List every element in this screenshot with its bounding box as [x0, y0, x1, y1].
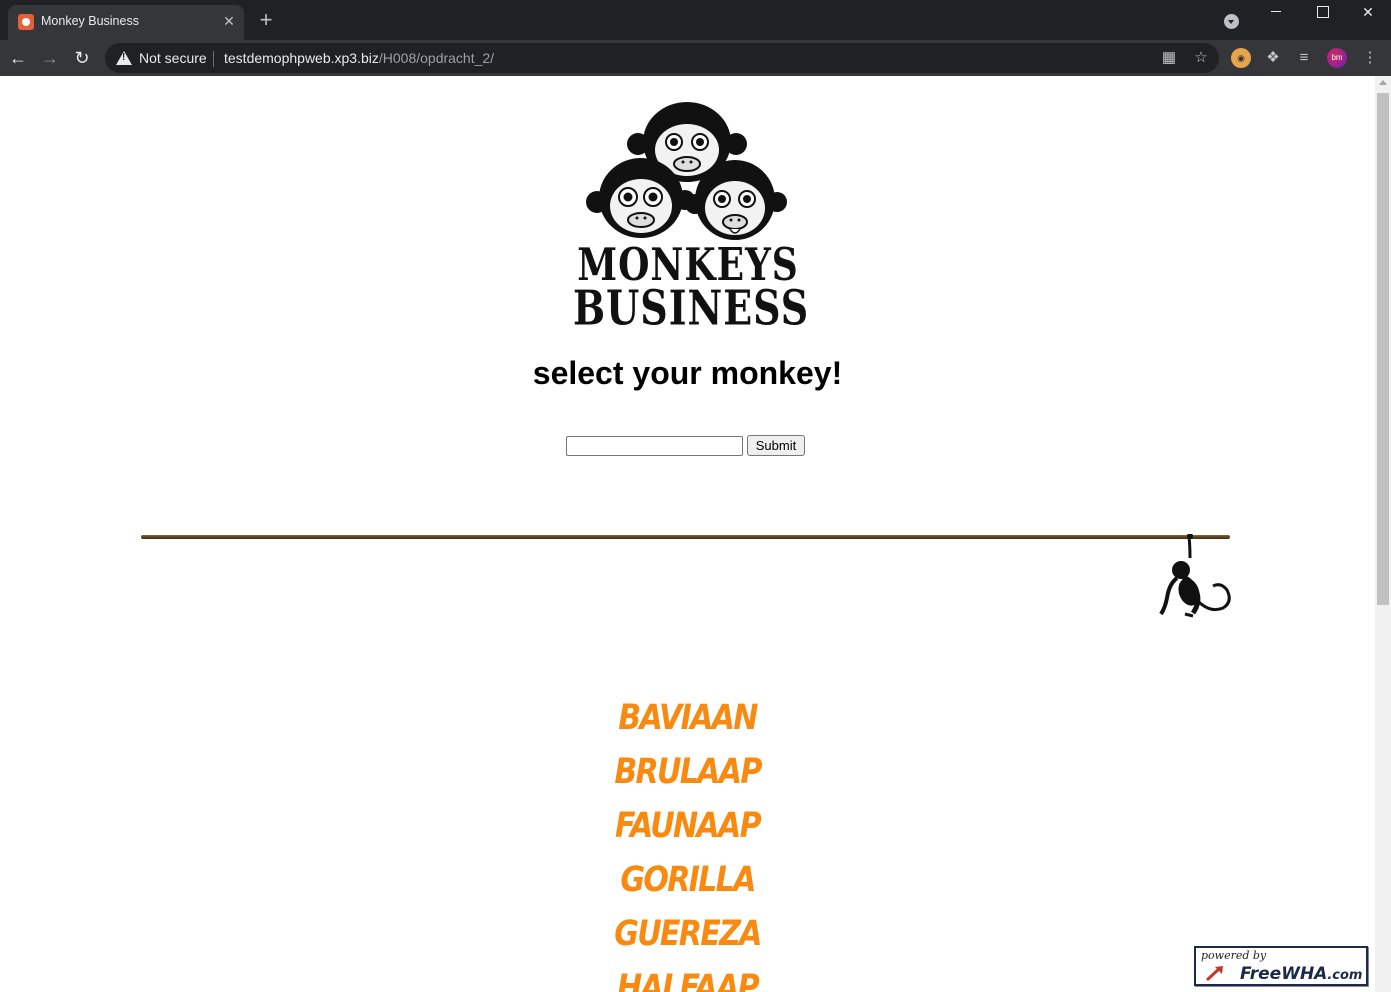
page-scrollbar[interactable]	[1375, 76, 1391, 992]
security-label[interactable]: Not secure	[139, 50, 207, 66]
monkeys-business-logo: MONKEYS BUSINESS	[573, 102, 808, 336]
new-tab-button[interactable]: +	[254, 9, 278, 33]
submit-button[interactable]: Submit	[747, 435, 805, 456]
url-host: testdemophpweb.xp3.biz	[224, 50, 379, 66]
tab-title: Monkey Business	[41, 14, 139, 28]
extension-eyes-icon[interactable]: ◉	[1231, 48, 1251, 68]
profile-avatar[interactable]: bm	[1327, 48, 1347, 68]
monkey-link-guereza[interactable]: GUEREZA	[96, 907, 1279, 961]
hanging-monkey-icon	[1159, 534, 1231, 618]
monkey-list: BAVIAAN BRULAAP FAUNAAP GORILLA GUEREZA …	[0, 691, 1375, 992]
page-heading: select your monkey!	[532, 355, 843, 391]
browser-tab-bar: Monkey Business ✕ + ✕	[0, 0, 1391, 40]
cursor-arrow-icon	[1206, 966, 1223, 981]
url-text[interactable]: testdemophpweb.xp3.biz/H008/opdracht_2/	[224, 50, 494, 66]
reload-icon[interactable]: ↻	[69, 45, 95, 71]
powered-brand-suffix: .com	[1327, 968, 1363, 983]
page-content: MONKEYS BUSINESS select your monkey! Sub…	[0, 76, 1375, 992]
media-queue-icon[interactable]: ≡	[1294, 48, 1314, 68]
extensions-puzzle-icon[interactable]: ❖	[1263, 48, 1283, 68]
address-bar[interactable]: Not secure testdemophpweb.xp3.biz/H008/o…	[105, 43, 1219, 73]
favicon-icon	[18, 14, 34, 30]
logo-line-2: BUSINESS	[573, 279, 810, 336]
qr-code-icon[interactable]: ▦	[1161, 50, 1177, 66]
powered-by-label: powered by	[1201, 949, 1267, 962]
minimize-button[interactable]	[1253, 0, 1299, 28]
monkey-link-faunaap[interactable]: FAUNAAP	[96, 799, 1279, 853]
warning-icon[interactable]	[116, 51, 132, 65]
monkey-link-halfaap[interactable]: HALFAAP	[96, 961, 1279, 992]
address-divider	[213, 51, 214, 67]
url-path: /H008/opdracht_2/	[378, 50, 495, 66]
three-monkeys-icon	[586, 102, 787, 240]
browser-tab[interactable]: Monkey Business ✕	[8, 5, 244, 40]
forward-arrow-icon[interactable]: →	[37, 45, 63, 71]
tab-search-icon[interactable]	[1224, 14, 1239, 29]
monkey-link-gorilla[interactable]: GORILLA	[96, 853, 1279, 907]
rope-divider	[141, 535, 1230, 539]
scroll-up-arrow-icon[interactable]	[1379, 80, 1387, 85]
menu-kebab-icon[interactable]: ⋮	[1360, 48, 1380, 68]
powered-brand: FreeWHA.com	[1240, 964, 1362, 984]
powered-by-badge[interactable]: powered by FreeWHA.com	[1194, 946, 1368, 986]
scrollbar-thumb[interactable]	[1377, 93, 1389, 605]
browser-toolbar: ← → ↻ Not secure testdemophpweb.xp3.biz/…	[0, 40, 1391, 76]
monkey-link-baviaan[interactable]: BAVIAAN	[96, 691, 1279, 745]
maximize-button[interactable]	[1299, 0, 1345, 28]
tab-close-icon[interactable]: ✕	[220, 12, 238, 30]
powered-brand-name: FreeWHA	[1240, 964, 1328, 984]
monkey-link-brulaap[interactable]: BRULAAP	[96, 745, 1279, 799]
close-window-button[interactable]: ✕	[1345, 0, 1391, 28]
back-arrow-icon[interactable]: ←	[5, 45, 31, 71]
bookmark-star-icon[interactable]: ☆	[1193, 50, 1209, 66]
monkey-search-input[interactable]	[566, 436, 743, 456]
